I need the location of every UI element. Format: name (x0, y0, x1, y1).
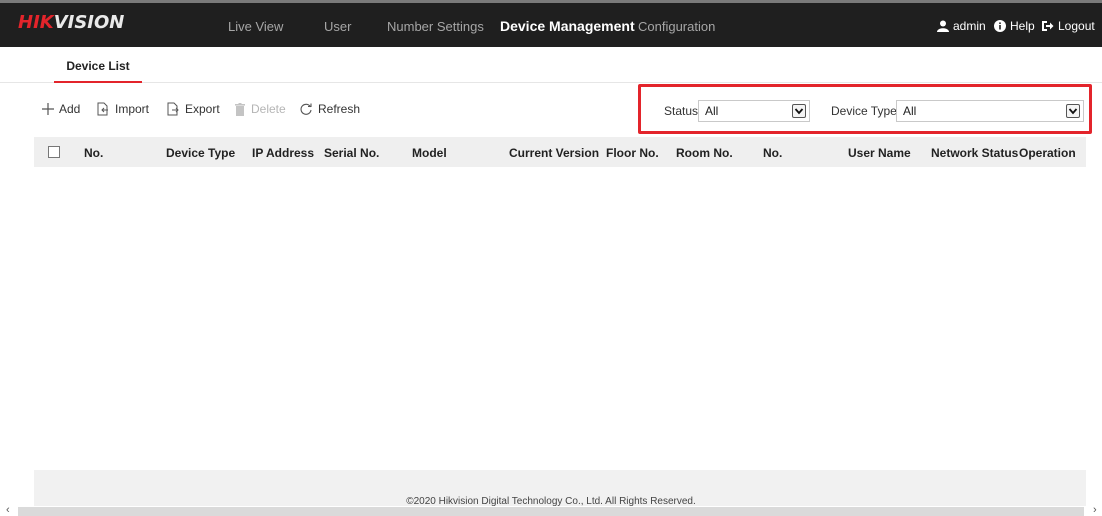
col-network-status[interactable]: Network Status (931, 146, 1018, 160)
chevron-down-icon (792, 104, 806, 118)
device-type-select[interactable]: All (896, 100, 1084, 122)
nav-live-view[interactable]: Live View (228, 19, 283, 34)
tab-device-list[interactable]: Device List (54, 55, 142, 83)
col-floor-no[interactable]: Floor No. (606, 146, 659, 160)
delete-label: Delete (251, 102, 286, 116)
col-operation[interactable]: Operation (1019, 146, 1076, 160)
chevron-down-icon (1066, 104, 1080, 118)
top-bar: HIKVISION Live View User Number Settings… (0, 0, 1102, 47)
import-button[interactable]: Import (96, 102, 149, 116)
logout-label: Logout (1058, 19, 1095, 33)
toolbar: Add Import Export Delete Refresh (0, 95, 640, 125)
table-header: No. Device Type IP Address Serial No. Mo… (34, 137, 1086, 167)
col-model[interactable]: Model (412, 146, 447, 160)
delete-button[interactable]: Delete (234, 102, 286, 116)
export-icon (167, 102, 179, 116)
col-no-2[interactable]: No. (763, 146, 782, 160)
import-label: Import (115, 102, 150, 116)
logo-vision-text: VISION (53, 12, 125, 33)
col-device-type[interactable]: Device Type (166, 146, 235, 160)
nav-user[interactable]: User (324, 19, 351, 34)
help-label: Help (1010, 19, 1035, 33)
refresh-icon (300, 103, 312, 115)
logout-button[interactable]: Logout (1041, 19, 1095, 33)
trash-icon (235, 102, 245, 116)
scrollbar-track[interactable] (18, 507, 1084, 516)
nav-device-management[interactable]: Device Management (500, 18, 635, 34)
help-icon (994, 20, 1006, 32)
add-button[interactable]: Add (42, 102, 80, 116)
col-room-no[interactable]: Room No. (676, 146, 733, 160)
filter-highlight-box: Status All Device Type All (638, 84, 1092, 134)
nav-number-settings[interactable]: Number Settings (387, 19, 484, 34)
export-label: Export (185, 102, 220, 116)
scroll-right-icon[interactable]: › (1093, 504, 1097, 516)
help-button[interactable]: Help (994, 19, 1035, 33)
sub-tabs: Device List (0, 47, 1102, 83)
hikvision-logo: HIKVISION (18, 12, 124, 33)
nav-configuration[interactable]: Configuration (638, 19, 715, 34)
status-select[interactable]: All (698, 100, 810, 122)
refresh-label: Refresh (318, 102, 361, 116)
add-label: Add (59, 102, 81, 116)
refresh-button[interactable]: Refresh (299, 102, 360, 116)
scroll-left-icon[interactable]: ‹ (6, 504, 10, 516)
logo-hik-text: HIK (18, 12, 54, 33)
device-type-label: Device Type (831, 104, 897, 118)
logout-icon (1042, 21, 1054, 31)
import-icon (97, 102, 108, 116)
user-icon (937, 20, 949, 32)
select-all-checkbox[interactable] (48, 146, 60, 158)
copyright-text: ©2020 Hikvision Digital Technology Co., … (406, 496, 696, 507)
user-menu[interactable]: admin (937, 19, 986, 33)
col-serial-no[interactable]: Serial No. (324, 146, 379, 160)
col-user-name[interactable]: User Name (848, 146, 911, 160)
status-label: Status (664, 104, 699, 118)
top-edge (0, 0, 1102, 3)
export-button[interactable]: Export (166, 102, 220, 116)
col-current-version[interactable]: Current Version (509, 146, 599, 160)
col-ip-address[interactable]: IP Address (252, 146, 314, 160)
user-name-label: admin (953, 19, 986, 33)
col-no[interactable]: No. (84, 146, 103, 160)
horizontal-scrollbar[interactable]: ‹ › (0, 504, 1102, 516)
plus-icon (42, 103, 54, 115)
status-select-value: All (705, 104, 719, 118)
device-type-select-value: All (903, 104, 917, 118)
